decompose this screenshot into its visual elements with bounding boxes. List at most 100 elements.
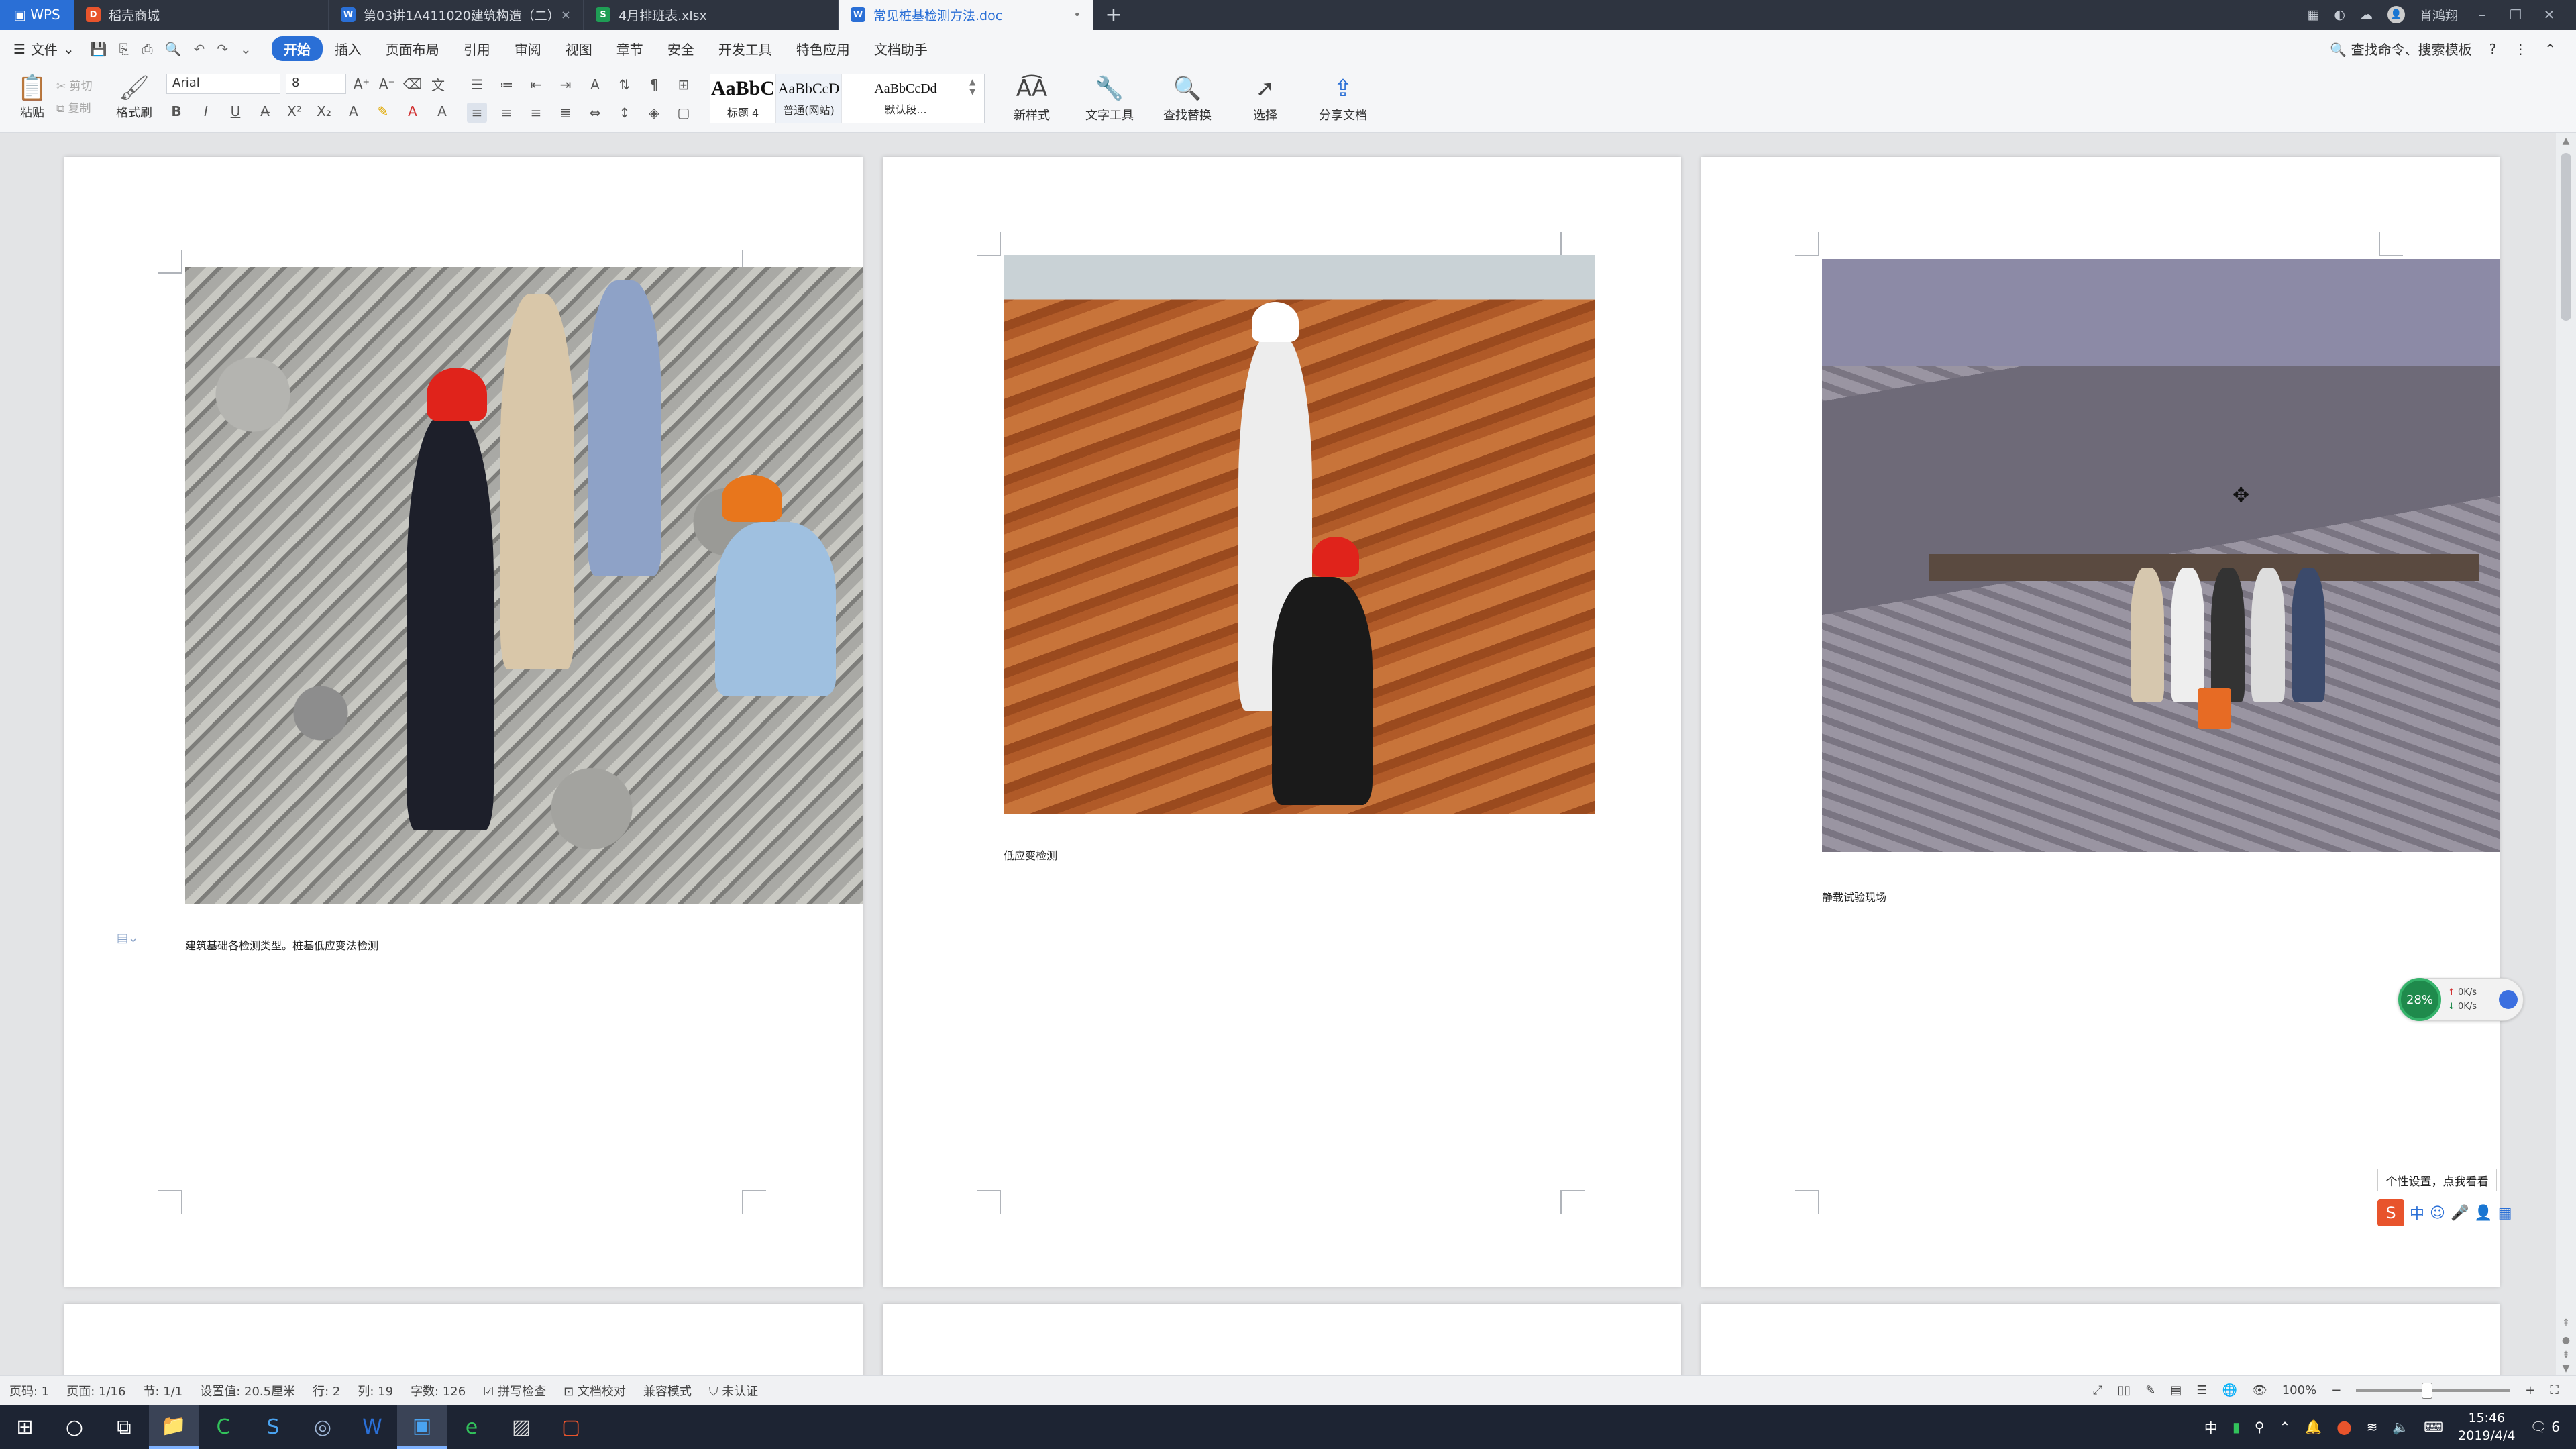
- help-icon[interactable]: ?: [2489, 41, 2497, 57]
- paste-button[interactable]: 📋 粘贴: [8, 74, 56, 121]
- document-page-1[interactable]: ▤⌄ 建筑基础各检测类型。桩基低应变法检测: [64, 157, 863, 1287]
- format-painter-button[interactable]: 🖌 格式刷: [110, 74, 158, 121]
- justify-icon[interactable]: ≣: [555, 103, 576, 123]
- menu-home[interactable]: 开始: [271, 36, 323, 61]
- print-icon[interactable]: ⎙: [142, 41, 153, 57]
- bullet-list-icon[interactable]: ☰: [467, 74, 487, 95]
- minimize-button[interactable]: –: [2473, 7, 2491, 23]
- document-page-4[interactable]: [64, 1304, 863, 1375]
- menu-page-layout[interactable]: 页面布局: [374, 36, 451, 61]
- document-page-2[interactable]: 低应变检测: [883, 157, 1681, 1287]
- increase-indent-icon[interactable]: ⇥: [555, 74, 576, 95]
- save-icon[interactable]: 💾: [91, 41, 107, 57]
- grow-font-icon[interactable]: A⁺: [352, 74, 372, 94]
- style-heading-4[interactable]: AaBbC 标题 4: [710, 74, 776, 123]
- customize-icon[interactable]: ⌄: [240, 41, 252, 57]
- eye-protection-icon[interactable]: 👁: [2252, 1383, 2267, 1397]
- security-icon[interactable]: ⬤: [2337, 1419, 2351, 1435]
- ime-toolbar[interactable]: S 中 ☺ 🎤 👤 ▦: [2377, 1198, 2518, 1228]
- next-page-icon[interactable]: ⇟: [2556, 1350, 2576, 1360]
- style-default-paragraph[interactable]: AaBbCcDd 默认段...: [842, 74, 969, 123]
- shading-icon[interactable]: ◈: [644, 103, 664, 123]
- menu-references[interactable]: 引用: [451, 36, 502, 61]
- cert-status[interactable]: ⛉ 未认证: [709, 1382, 758, 1399]
- volume-icon[interactable]: 🔈: [2392, 1419, 2409, 1435]
- toolbox-icon[interactable]: ▦: [2498, 1205, 2512, 1222]
- status-col[interactable]: 列: 19: [358, 1382, 393, 1399]
- status-word-count[interactable]: 字数: 126: [411, 1382, 466, 1399]
- undo-icon[interactable]: ↶: [194, 41, 205, 57]
- align-right-icon[interactable]: ≡: [526, 103, 546, 123]
- scroll-thumb[interactable]: [2561, 153, 2571, 321]
- bold-icon[interactable]: B: [166, 101, 186, 121]
- microphone-icon[interactable]: 🎤: [2451, 1205, 2469, 1222]
- zoom-level[interactable]: 100%: [2282, 1383, 2316, 1397]
- web-view-icon[interactable]: 🌐: [2222, 1383, 2237, 1397]
- align-left-icon[interactable]: ≡: [467, 103, 487, 123]
- recorder-icon[interactable]: ▢: [546, 1405, 596, 1449]
- document-page-5[interactable]: [883, 1304, 1681, 1375]
- sogou-browser-icon[interactable]: S: [248, 1405, 298, 1449]
- pinyin-icon[interactable]: 文: [428, 74, 448, 94]
- tab-doc-construction[interactable]: W 第03讲1A411020建筑构造（二） ×: [329, 0, 584, 30]
- highlight-icon[interactable]: ✎: [373, 101, 393, 121]
- status-pages[interactable]: 页面: 1/16: [66, 1382, 125, 1399]
- sogou-ime-icon[interactable]: S: [2377, 1199, 2404, 1226]
- user-name[interactable]: 肖鸿翔: [2420, 6, 2458, 24]
- clock[interactable]: 15:46 2019/4/4: [2458, 1409, 2515, 1444]
- ime-mode[interactable]: 中: [2410, 1202, 2424, 1224]
- sort-icon[interactable]: ⇅: [614, 74, 635, 95]
- show-hidden-icons[interactable]: ⌃: [2279, 1419, 2291, 1435]
- new-style-button[interactable]: A͡A 新样式: [1001, 74, 1063, 123]
- align-center-icon[interactable]: ≡: [496, 103, 517, 123]
- output-pdf-icon[interactable]: ⎘: [119, 41, 130, 57]
- menu-security[interactable]: 安全: [655, 36, 706, 61]
- avatar[interactable]: 👤: [2387, 6, 2405, 23]
- superscript-icon[interactable]: X²: [284, 101, 305, 121]
- close-icon[interactable]: •: [1073, 8, 1081, 22]
- photo-static-load-test-site[interactable]: ✥: [1822, 259, 2500, 852]
- tab-pile-testing-doc[interactable]: W 常见桩基检测方法.doc •: [839, 0, 1093, 30]
- strikethrough-icon[interactable]: A̶: [255, 101, 275, 121]
- scroll-up-icon[interactable]: ▲: [2556, 136, 2576, 146]
- file-menu[interactable]: ☰ 文件 ⌄: [13, 39, 74, 58]
- battery-icon[interactable]: ▮: [2233, 1419, 2240, 1435]
- select-browse-icon[interactable]: ●: [2556, 1335, 2576, 1346]
- cortana-search-icon[interactable]: ○: [50, 1405, 99, 1449]
- read-mode-icon[interactable]: ▯▯: [2117, 1383, 2131, 1397]
- network-speed-widget[interactable]: 28% ↑ 0K/s ↓ 0K/s: [2398, 978, 2524, 1021]
- numbered-list-icon[interactable]: ≔: [496, 74, 517, 95]
- status-setting[interactable]: 设置值: 20.5厘米: [200, 1382, 295, 1399]
- menu-special[interactable]: 特色应用: [784, 36, 862, 61]
- status-row[interactable]: 行: 2: [313, 1382, 340, 1399]
- cloud-icon[interactable]: ☁: [2360, 7, 2373, 22]
- show-marks-icon[interactable]: ¶: [644, 74, 664, 95]
- line-spacing-icon[interactable]: ↕: [614, 103, 635, 123]
- tab-schedule-xlsx[interactable]: S 4月排班表.xlsx: [584, 0, 839, 30]
- distributed-icon[interactable]: ⇔: [585, 103, 605, 123]
- menu-view[interactable]: 视图: [553, 36, 604, 61]
- keyboard-icon[interactable]: ⌨: [2424, 1419, 2443, 1435]
- task-view-icon[interactable]: ⧉: [99, 1405, 149, 1449]
- shrink-font-icon[interactable]: A⁻: [377, 74, 397, 94]
- subscript-icon[interactable]: X₂: [314, 101, 334, 121]
- chinese-layout-icon[interactable]: A: [585, 74, 605, 95]
- caption-2[interactable]: 低应变检测: [1004, 847, 1057, 863]
- zoom-in-icon[interactable]: +: [2525, 1383, 2535, 1397]
- page-view-icon[interactable]: ▤: [2170, 1383, 2182, 1397]
- accelerate-icon[interactable]: [2499, 990, 2518, 1009]
- menu-review[interactable]: 审阅: [502, 36, 553, 61]
- zoom-out-icon[interactable]: −: [2331, 1383, 2341, 1397]
- char-shading-icon[interactable]: A: [432, 101, 452, 121]
- start-button[interactable]: ⊞: [0, 1405, 50, 1449]
- ime-tray-indicator[interactable]: 中: [2204, 1417, 2218, 1437]
- style-gallery-scroller[interactable]: ▲ ▼: [969, 74, 984, 123]
- share-doc-button[interactable]: ⇪ 分享文档: [1312, 74, 1374, 123]
- outline-view-icon[interactable]: ☰: [2196, 1383, 2207, 1397]
- paragraph-handle-icon[interactable]: ▤⌄: [117, 931, 138, 945]
- photo-low-strain-test-trench[interactable]: [1004, 255, 1595, 814]
- more-icon[interactable]: ⋮: [2514, 41, 2527, 57]
- tab-docer[interactable]: D 稻壳商城: [74, 0, 329, 30]
- text-effect-icon[interactable]: A: [343, 101, 364, 121]
- vertical-scrollbar[interactable]: ▲ ⇞ ● ⇟ ▼: [2556, 133, 2576, 1375]
